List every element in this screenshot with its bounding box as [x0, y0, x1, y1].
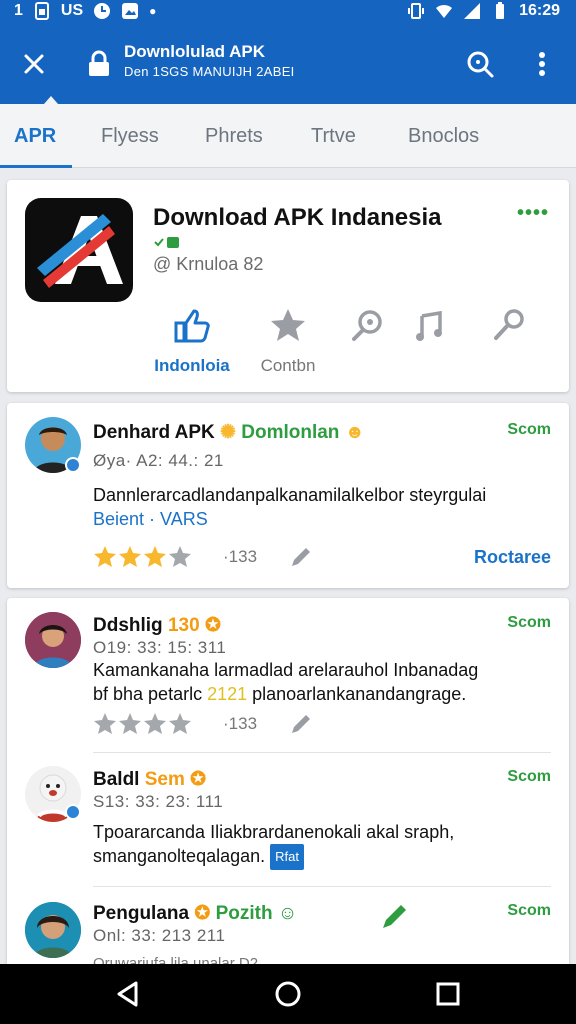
mic-action[interactable]	[463, 306, 553, 356]
microphone-icon	[494, 309, 524, 340]
stars-icon	[94, 713, 191, 734]
search-icon	[352, 310, 382, 341]
review-date: O19: 33: 15: 311	[93, 638, 227, 657]
tab-trtve[interactable]: Trtve	[311, 104, 356, 168]
tab-flyess[interactable]: Flyess	[101, 104, 159, 168]
review-card: Denhard APK ✺ Domlonlan ☻ Øya· A2: 44.: …	[7, 403, 569, 588]
review-date: Onl: 33: 213 211	[93, 926, 226, 945]
app-author: @ Krnuloa 82	[153, 254, 264, 274]
review-text: Dannlerarcadlandanpalkanamilalkelbor ste…	[93, 483, 553, 531]
sim-icon	[34, 2, 49, 20]
divider	[93, 886, 551, 887]
more-vert-icon[interactable]	[528, 48, 556, 80]
status-text: 1	[14, 2, 23, 19]
verified-dot	[65, 457, 81, 473]
clock-notification-icon	[94, 3, 111, 19]
recents-icon[interactable]	[432, 978, 464, 1010]
chat-icon: ☺	[277, 903, 298, 924]
reviewer-avatar[interactable]	[25, 902, 81, 958]
vibrate-icon	[408, 3, 425, 19]
review-link[interactable]: Beient · VARS	[93, 507, 553, 531]
back-icon[interactable]	[112, 978, 144, 1010]
close-icon[interactable]	[18, 48, 50, 80]
reviewer-name: Ddshlig 130 ✪	[93, 615, 221, 636]
rating-stars: ·133	[93, 545, 257, 569]
reviewer-name: Baldl Sem ✪	[93, 769, 207, 790]
carrier-text: US	[60, 2, 84, 19]
pencil-icon[interactable]	[289, 545, 313, 569]
status-bar: 1 US ● 16:29	[0, 0, 576, 24]
notification-dot: ●	[149, 4, 157, 18]
leaf-pen-icon	[383, 905, 406, 928]
review-action-button[interactable]: Roctaree	[474, 547, 551, 568]
reviewer-name: Denhard APK ✺ Domlonlan ☻	[93, 422, 365, 443]
rate-label: Contbn	[260, 356, 316, 375]
thumbs-up-icon	[174, 309, 210, 343]
page-url: Den 1SGS MANUIJH 2ABEI	[124, 64, 295, 79]
divider	[93, 752, 551, 753]
review-text: Tpoararcanda Iliakbrardanenokali akal sr…	[93, 820, 553, 871]
rating-count: ·133	[223, 547, 258, 566]
wifi-icon	[436, 4, 453, 18]
app-card-menu[interactable]: ••••	[517, 202, 549, 225]
star-icon	[271, 309, 305, 341]
app-name: Download APK Indanesia	[153, 204, 442, 231]
image-notification-icon	[122, 3, 139, 19]
review-status: Scom	[507, 614, 551, 631]
like-label: Indonloia	[154, 356, 230, 375]
tab-caret	[44, 96, 58, 104]
reviewer-name: Pengulana ✪ Pozith ☺	[93, 903, 298, 924]
lock-icon	[89, 50, 109, 76]
review-date: Øya· A2: 44.: 21	[93, 451, 224, 470]
navigation-bar	[0, 964, 576, 1024]
search-icon[interactable]	[464, 48, 496, 80]
reviewer-avatar[interactable]	[25, 612, 81, 668]
app-bar: Downlolulad APK Den 1SGS MANUIJH 2ABEI	[0, 24, 576, 104]
badge-icon: ✪	[194, 903, 211, 924]
review-date: S13: 33: 23: 111	[93, 792, 224, 811]
smiley-icon: ☻	[344, 422, 365, 443]
battery-icon	[496, 2, 505, 19]
like-action[interactable]: Indonloia	[147, 306, 237, 376]
tab-bnoclos[interactable]: Bnoclos	[408, 104, 479, 168]
rating-count: ·133	[223, 714, 258, 733]
app-icon[interactable]	[25, 198, 133, 302]
review-list-card: Ddshlig 130 ✪ O19: 33: 15: 311 Scom Kama…	[7, 598, 569, 972]
rate-action[interactable]: Contbn	[243, 306, 333, 376]
home-icon[interactable]	[272, 978, 304, 1010]
badge-icon: ✪	[190, 769, 207, 790]
tab-phrets[interactable]: Phrets	[205, 104, 263, 168]
review-status: Scom	[507, 902, 551, 919]
app-card: Download APK Indanesia @ Krnuloa 82 ••••…	[7, 180, 569, 392]
sun-icon: ✺	[220, 422, 236, 443]
badge-icon: ✪	[204, 615, 221, 636]
music-note-icon	[416, 310, 442, 341]
review-status: Scom	[507, 768, 551, 785]
tab-indicator	[0, 165, 72, 168]
pencil-icon[interactable]	[289, 712, 313, 736]
signal-icon	[464, 3, 481, 19]
tab-bar: APR Flyess Phrets Trtve Bnoclos	[0, 104, 576, 168]
verified-badge-icon	[154, 237, 179, 248]
page-title: Downlolulad APK	[124, 42, 266, 61]
rating-stars: ·133	[93, 712, 257, 736]
review-status: Scom	[507, 421, 551, 438]
tab-apr[interactable]: APR	[14, 104, 56, 168]
app-actions: Indonloia Contbn	[147, 306, 547, 386]
review-chip[interactable]: Rfat	[270, 844, 304, 871]
review-text: Kamankanaha larmadlad arelarauhol Inbana…	[93, 660, 479, 704]
verified-dot	[65, 804, 81, 820]
stars-icon	[94, 546, 191, 567]
status-time: 16:29	[519, 2, 560, 19]
